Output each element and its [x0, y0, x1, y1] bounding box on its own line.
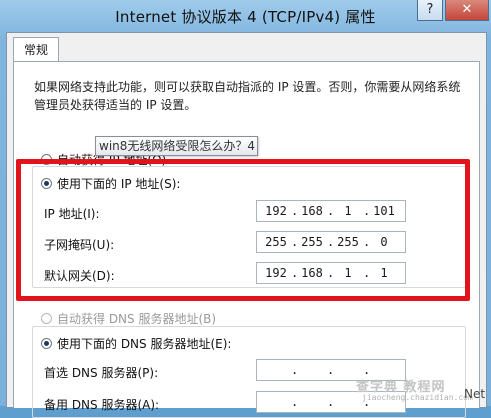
- red-highlight-box: [16, 159, 470, 301]
- ip-dot: .: [291, 395, 299, 409]
- ip-dot: .: [363, 395, 371, 409]
- title-bar[interactable]: Internet 协议版本 4 (TCP/IPv4) 属性 ? ✕: [0, 0, 491, 32]
- ip-dot: .: [363, 363, 371, 377]
- ip-dot: .: [291, 363, 299, 377]
- tooltip: win8无线网络受限怎么办？4: [95, 136, 258, 156]
- preferred-dns-label: 首选 DNS 服务器(P):: [44, 366, 159, 380]
- dns-manual-label: 使用下面的 DNS 服务器地址(E):: [57, 337, 232, 351]
- dns-auto-radio[interactable]: [41, 313, 52, 324]
- preferred-dns-input[interactable]: . . .: [256, 359, 406, 381]
- close-button[interactable]: ✕: [445, 0, 489, 21]
- help-button[interactable]: ?: [417, 0, 443, 21]
- ip-dot: .: [327, 363, 335, 377]
- dns-manual-radio[interactable]: [41, 338, 52, 349]
- description-text: 如果网络支持此功能，则可以获取自动指派的 IP 设置。否则，你需要从网络系统管理…: [34, 80, 461, 112]
- dns-auto-option[interactable]: 自动获得 DNS 服务器地址(B): [41, 310, 216, 327]
- dns-auto-label: 自动获得 DNS 服务器地址(B): [57, 312, 217, 326]
- ip-dot: .: [327, 395, 335, 409]
- dns-manual-option[interactable]: 使用下面的 DNS 服务器地址(E):: [41, 335, 231, 352]
- alternate-dns-label: 备用 DNS 服务器(A):: [44, 398, 160, 412]
- alternate-dns-input[interactable]: . . .: [256, 391, 406, 413]
- tab-general[interactable]: 常规: [13, 37, 59, 62]
